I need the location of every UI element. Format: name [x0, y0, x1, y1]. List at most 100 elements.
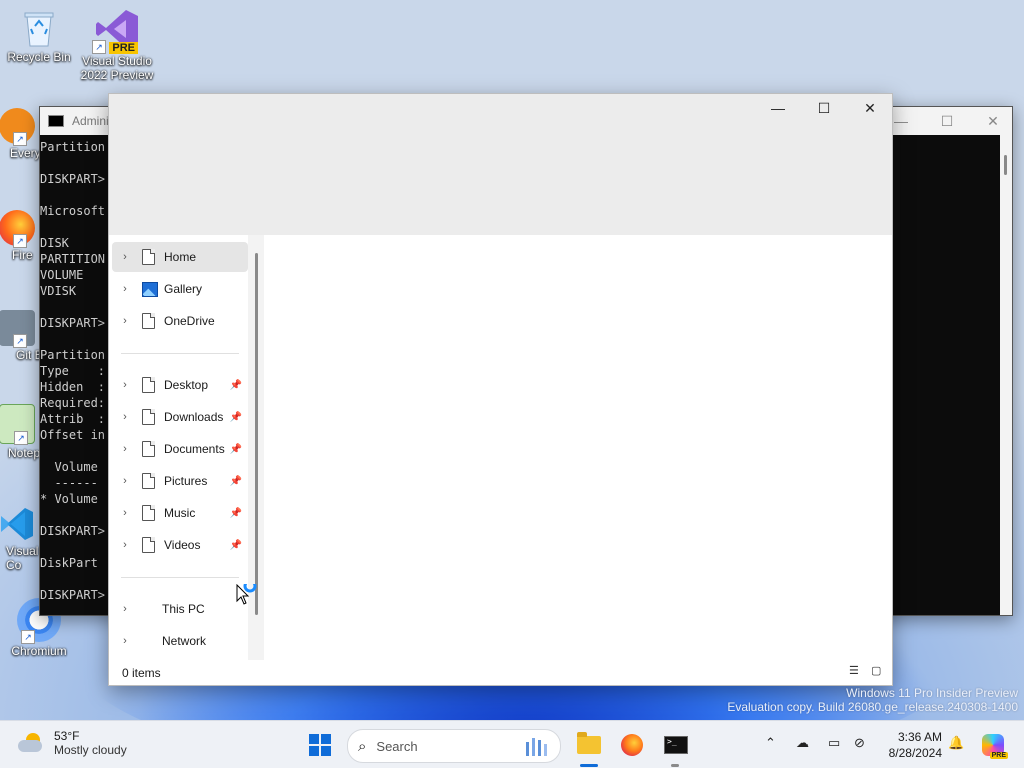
nav-item-pictures[interactable]: › Pictures 📌: [112, 466, 248, 496]
start-button[interactable]: [305, 730, 335, 760]
shortcut-arrow-icon: ↗: [13, 234, 27, 248]
nav-item-label: OneDrive: [164, 314, 215, 328]
running-app-indicator: [671, 764, 679, 767]
console-maximize-button[interactable]: ☐: [924, 107, 970, 135]
nav-item-network[interactable]: › Network: [112, 626, 248, 656]
chevron-right-icon[interactable]: ›: [118, 539, 132, 551]
clock-time: 3:36 AM: [897, 730, 942, 744]
nav-item-music[interactable]: › Music 📌: [112, 498, 248, 528]
nav-item-documents[interactable]: › Documents 📌: [112, 434, 248, 464]
taskbar-file-explorer[interactable]: [574, 730, 604, 760]
display-icon[interactable]: ▭: [828, 735, 840, 751]
nav-scroll-thumb[interactable]: [255, 253, 258, 615]
desktop-icon-visual-studio[interactable]: PRE ↗ Visual Studio 2022 Preview: [80, 6, 154, 82]
console-title: Admini: [72, 114, 109, 128]
nav-item-onedrive[interactable]: › OneDrive: [112, 306, 248, 336]
notepad-icon: ↗: [0, 404, 35, 445]
shortcut-arrow-icon: ↗: [13, 132, 27, 146]
everything-icon: ↗: [0, 108, 35, 146]
chevron-up-icon[interactable]: ⌃: [765, 735, 776, 751]
weather-temp: 53°F: [54, 729, 80, 743]
nav-item-label: Music: [164, 506, 196, 520]
pre-badge: PRE: [109, 42, 138, 54]
windows-watermark: Windows 11 Pro Insider Preview Evaluatio…: [727, 686, 1018, 714]
notification-bell-icon[interactable]: 🔔: [948, 735, 964, 751]
status-bar: 0 items ☰ ▢: [109, 660, 892, 685]
chevron-right-icon[interactable]: ›: [118, 379, 132, 391]
network-status-icon[interactable]: ⊘: [854, 735, 865, 751]
partly-cloudy-icon: [18, 733, 44, 753]
taskbar: 53°F Mostly cloudy ⌕ Search >_ ⌃ ☁ ▭ ⊘ 3…: [0, 720, 1024, 768]
search-highlight-icon: [524, 736, 552, 756]
chevron-right-icon[interactable]: ›: [118, 635, 132, 647]
search-icon: ⌕: [358, 737, 367, 755]
console-app-icon: [48, 115, 64, 127]
recycle-bin-icon: [22, 8, 56, 48]
nav-divider: [121, 353, 239, 354]
pin-icon: 📌: [229, 475, 242, 487]
shortcut-arrow-icon: ↗: [14, 431, 28, 445]
system-clock[interactable]: 3:36 AM 8/28/2024: [880, 729, 942, 761]
nav-item-gallery[interactable]: › Gallery: [112, 274, 248, 304]
nav-item-label: Home: [164, 250, 197, 264]
nav-item-downloads[interactable]: › Downloads 📌: [112, 402, 248, 432]
folder-icon: [577, 732, 601, 754]
firefox-icon: [621, 734, 643, 756]
weather-widget[interactable]: 53°F Mostly cloudy: [18, 729, 127, 757]
chevron-right-icon[interactable]: ›: [118, 315, 132, 327]
chevron-right-icon[interactable]: ›: [118, 507, 132, 519]
nav-item-home[interactable]: › Home: [112, 242, 248, 272]
chevron-right-icon[interactable]: ›: [118, 603, 132, 615]
home-icon: [142, 249, 155, 265]
desktop-icon-recycle-bin[interactable]: Recycle Bin: [2, 8, 76, 64]
nav-item-desktop[interactable]: › Desktop 📌: [112, 370, 248, 400]
pin-icon: 📌: [229, 507, 242, 519]
terminal-icon: >_: [664, 736, 688, 754]
firefox-icon: ↗: [0, 210, 35, 248]
nav-item-videos[interactable]: › Videos 📌: [112, 530, 248, 560]
file-list-area[interactable]: [264, 235, 892, 660]
pictures-folder-icon: [142, 473, 155, 489]
chevron-right-icon[interactable]: ›: [118, 283, 132, 295]
explorer-close-button[interactable]: ✕: [847, 94, 893, 122]
chevron-right-icon[interactable]: ›: [118, 443, 132, 455]
active-app-indicator: [580, 764, 598, 767]
pin-icon: 📌: [229, 379, 242, 391]
chevron-right-icon[interactable]: ›: [118, 251, 132, 263]
watermark-line1: Windows 11 Pro Insider Preview: [846, 686, 1018, 700]
desktop-icon-label: Recycle Bin: [7, 50, 71, 64]
clock-date: 8/28/2024: [888, 746, 942, 760]
explorer-maximize-button[interactable]: ☐: [801, 94, 847, 122]
nav-item-this-pc[interactable]: › This PC: [112, 594, 248, 624]
documents-folder-icon: [142, 441, 155, 457]
item-count: 0 items: [122, 666, 161, 680]
explorer-minimize-button[interactable]: —: [755, 94, 801, 122]
chevron-right-icon[interactable]: ›: [118, 411, 132, 423]
busy-cursor-icon: [236, 579, 260, 611]
shortcut-arrow-icon: ↗: [92, 40, 106, 54]
gallery-icon: [142, 281, 158, 297]
console-scrollbar[interactable]: [1000, 135, 1012, 615]
windows-logo-icon: [309, 734, 331, 756]
vscode-icon: [0, 506, 35, 542]
nav-item-label: Desktop: [164, 378, 209, 392]
details-view-icon[interactable]: ☰: [849, 666, 860, 677]
desktop-folder-icon: [142, 377, 155, 393]
pin-icon: 📌: [229, 443, 242, 455]
console-scroll-thumb[interactable]: [1004, 155, 1007, 175]
taskbar-firefox[interactable]: [617, 730, 647, 760]
copilot-button[interactable]: PRE: [978, 730, 1008, 760]
cloud-offline-icon[interactable]: ☁: [796, 735, 809, 751]
tiles-view-icon[interactable]: ▢: [871, 666, 882, 677]
pin-icon: 📌: [229, 411, 242, 423]
chevron-right-icon[interactable]: ›: [118, 475, 132, 487]
file-explorer-window[interactable]: — ☐ ✕ › Home › Gallery › OneDrive › Desk…: [108, 93, 893, 686]
pin-icon: 📌: [229, 539, 242, 551]
console-close-button[interactable]: ✕: [970, 107, 1016, 135]
nav-item-label: Videos: [164, 538, 201, 552]
taskbar-terminal[interactable]: >_: [661, 730, 691, 760]
nav-item-label: Pictures: [164, 474, 208, 488]
taskbar-search[interactable]: ⌕ Search: [347, 729, 561, 763]
search-placeholder: Search: [376, 738, 418, 754]
nav-divider: [121, 577, 239, 578]
